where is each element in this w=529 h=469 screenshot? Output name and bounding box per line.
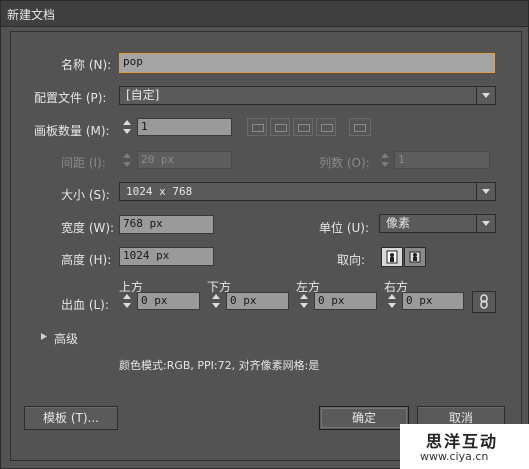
bleed-bottom-input[interactable]: 0 px [226, 292, 289, 310]
bleed-bottom-stepper[interactable] [210, 292, 222, 310]
ok-button[interactable]: 确定 [319, 406, 409, 430]
grid-by-column-icon[interactable] [270, 118, 290, 136]
spacing-label: 间距 (I): [61, 156, 106, 170]
width-label: 宽度 (W): [61, 221, 115, 235]
columns-stepper[interactable] [379, 151, 391, 169]
title-bar: 新建文档 [1, 1, 528, 27]
units-label: 单位 (U): [319, 221, 370, 235]
spacing-input[interactable]: 20 px [137, 151, 232, 169]
advanced-toggle[interactable]: 高级 [54, 330, 78, 347]
grid-by-row-icon[interactable] [247, 118, 267, 136]
units-value: 像素 [386, 216, 411, 230]
expand-triangle-icon[interactable] [40, 332, 48, 341]
new-document-dialog: 新建文档 名称 (N): pop 配置文件 (P): [自定] 画板数量 (M)… [0, 0, 529, 469]
window-title: 新建文档 [7, 8, 56, 22]
name-input[interactable]: pop [118, 52, 496, 74]
artboards-input[interactable]: 1 [137, 118, 232, 136]
bleed-right-input[interactable]: 0 px [402, 292, 464, 310]
bleed-right-stepper[interactable] [386, 292, 398, 310]
watermark-url: www.ciya.cn [420, 450, 489, 463]
artboards-label: 画板数量 (M): [34, 124, 110, 138]
profile-value: [自定] [126, 88, 160, 102]
landscape-orientation-button[interactable] [404, 247, 426, 267]
size-select[interactable]: 1024 x 768 [119, 182, 496, 201]
spacing-stepper[interactable] [121, 151, 133, 169]
name-label: 名称 (N): [61, 58, 112, 72]
document-summary: 颜色模式:RGB, PPI:72, 对齐像素网格:是 [119, 359, 320, 372]
bleed-left-input[interactable]: 0 px [314, 292, 377, 310]
bleed-left-stepper[interactable] [298, 292, 310, 310]
portrait-orientation-button[interactable] [381, 247, 403, 267]
profile-select[interactable]: [自定] [119, 86, 496, 105]
watermark-brand: 思洋互动 [426, 432, 499, 451]
height-label: 高度 (H): [61, 253, 112, 267]
bleed-top-stepper[interactable] [121, 292, 133, 310]
columns-input[interactable]: 1 [394, 151, 490, 169]
size-label: 大小 (S): [61, 188, 110, 202]
columns-label: 列数 (O): [319, 156, 370, 170]
chevron-down-icon [476, 87, 495, 104]
watermark: 思洋互动 www.ciya.cn [400, 424, 529, 469]
height-input[interactable]: 1024 px [119, 247, 214, 266]
orientation-label: 取向: [337, 253, 366, 267]
landscape-icon [409, 251, 421, 263]
chevron-down-icon [476, 183, 495, 200]
right-to-left-icon[interactable] [349, 118, 371, 136]
bleed-label: 出血 (L): [61, 298, 109, 312]
artboards-stepper[interactable] [121, 118, 133, 136]
size-value: 1024 x 768 [126, 185, 193, 198]
width-input[interactable]: 768 px [119, 215, 214, 234]
profile-label: 配置文件 (P): [34, 91, 107, 105]
units-select[interactable]: 像素 [379, 214, 496, 233]
templates-button[interactable]: 模板 (T)... [24, 406, 118, 430]
link-bleed-button[interactable] [472, 291, 496, 313]
bleed-top-input[interactable]: 0 px [137, 292, 200, 310]
arrange-by-row-icon[interactable] [293, 118, 313, 136]
chain-link-icon [480, 294, 488, 309]
chevron-down-icon [476, 215, 495, 232]
arrange-by-column-icon[interactable] [316, 118, 336, 136]
portrait-icon [386, 250, 398, 264]
